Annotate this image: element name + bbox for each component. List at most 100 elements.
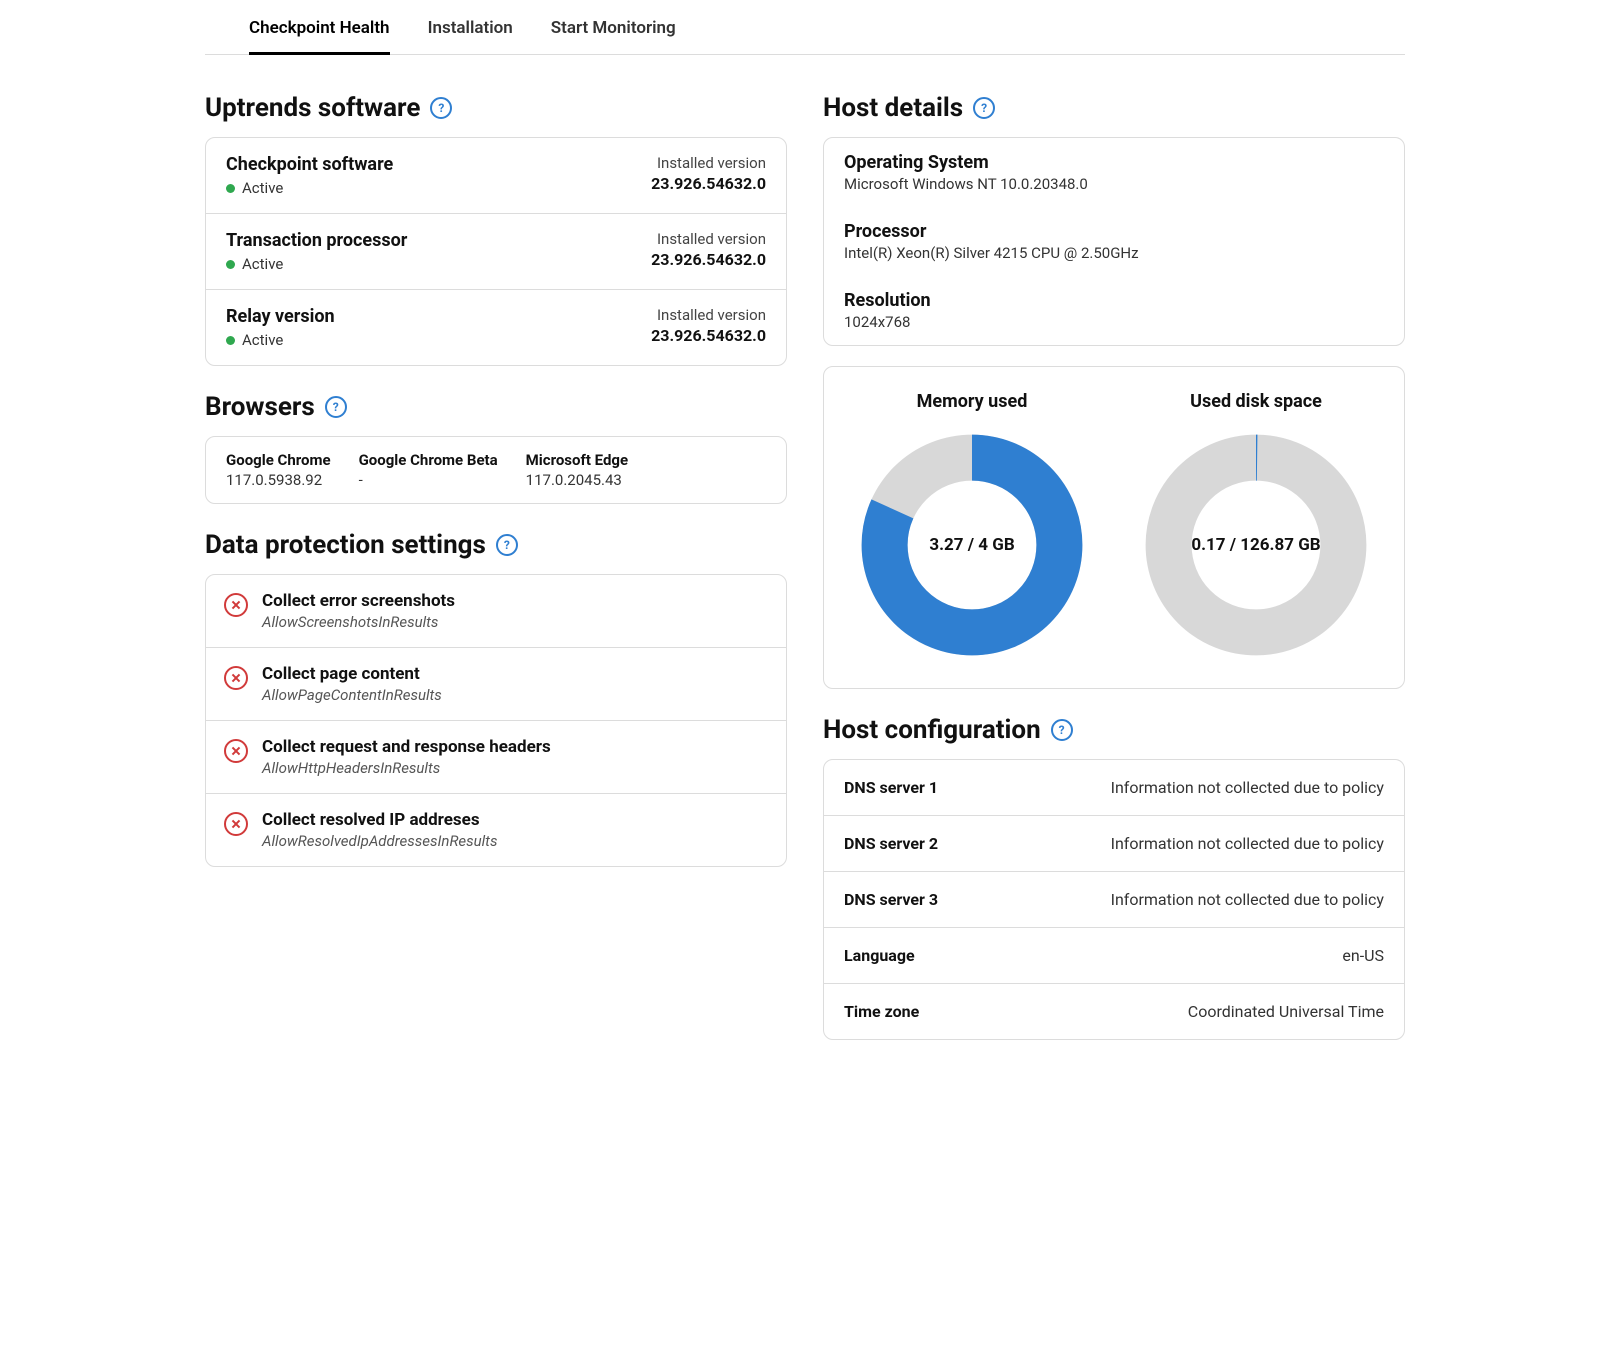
gauge-title: Memory used (917, 391, 1028, 412)
config-row: DNS server 2 Information not collected d… (824, 815, 1404, 871)
config-value: Information not collected due to policy (1111, 890, 1384, 909)
disabled-icon (224, 666, 248, 690)
help-icon[interactable]: ? (496, 534, 518, 556)
config-row: Language en-US (824, 927, 1404, 983)
browser-col: Google Chrome Beta - (359, 451, 498, 489)
browser-version: 117.0.5938.92 (226, 471, 331, 489)
gauges-card: Memory used 3.27 / 4 GB Used disk space (823, 366, 1405, 689)
dp-title: Collect error screenshots (262, 591, 455, 611)
software-row: Transaction processor Active Installed v… (206, 213, 786, 289)
help-icon[interactable]: ? (325, 396, 347, 418)
software-row: Checkpoint software Active Installed ver… (206, 138, 786, 213)
status-text: Active (242, 255, 283, 273)
host-detail-os: Operating System Microsoft Windows NT 10… (824, 138, 1404, 207)
browser-col: Microsoft Edge 117.0.2045.43 (526, 451, 628, 489)
tab-bar: Checkpoint Health Installation Start Mon… (205, 0, 1405, 55)
config-value: en-US (1342, 946, 1384, 965)
host-config-card: DNS server 1 Information not collected d… (823, 759, 1405, 1040)
software-row: Relay version Active Installed version 2… (206, 289, 786, 365)
disabled-icon (224, 812, 248, 836)
dp-row: Collect resolved IP addreses AllowResolv… (206, 793, 786, 866)
uptrends-card: Checkpoint software Active Installed ver… (205, 137, 787, 366)
gauge-title: Used disk space (1190, 391, 1322, 412)
host-detail-resolution: Resolution 1024x768 (824, 276, 1404, 345)
help-icon[interactable]: ? (973, 97, 995, 119)
disabled-icon (224, 739, 248, 763)
config-value: Coordinated Universal Time (1188, 1002, 1384, 1021)
version-value: 23.926.54632.0 (651, 326, 766, 345)
dp-row: Collect page content AllowPageContentInR… (206, 647, 786, 720)
dp-title: Collect resolved IP addreses (262, 810, 497, 830)
status-dot-icon (226, 336, 235, 345)
config-key: Time zone (844, 1002, 919, 1021)
dp-key: AllowPageContentInResults (262, 686, 442, 704)
label: Operating System (844, 152, 1384, 173)
software-name: Relay version (226, 306, 335, 327)
label: Resolution (844, 290, 1384, 311)
browser-version: 117.0.2045.43 (526, 471, 628, 489)
dp-title: Collect page content (262, 664, 442, 684)
heading-text: Browsers (205, 392, 315, 422)
section-title-host-details: Host details ? (823, 93, 1405, 123)
software-name: Transaction processor (226, 230, 407, 251)
section-title-browsers: Browsers ? (205, 392, 787, 422)
tab-checkpoint-health[interactable]: Checkpoint Health (249, 18, 390, 55)
heading-text: Host configuration (823, 715, 1041, 745)
config-value: Information not collected due to policy (1111, 778, 1384, 797)
config-key: Language (844, 946, 915, 965)
dp-title: Collect request and response headers (262, 737, 551, 757)
config-key: DNS server 2 (844, 834, 938, 853)
memory-gauge: Memory used 3.27 / 4 GB (840, 391, 1104, 660)
help-icon[interactable]: ? (430, 97, 452, 119)
right-column: Host details ? Operating System Microsof… (823, 77, 1405, 1040)
status-text: Active (242, 331, 283, 349)
dp-key: AllowScreenshotsInResults (262, 613, 455, 631)
help-icon[interactable]: ? (1051, 719, 1073, 741)
dp-row: Collect error screenshots AllowScreensho… (206, 575, 786, 647)
disk-gauge: Used disk space 0.17 / 126.87 GB (1124, 391, 1388, 660)
browser-name: Google Chrome (226, 451, 331, 469)
host-detail-cpu: Processor Intel(R) Xeon(R) Silver 4215 C… (824, 207, 1404, 276)
version-label: Installed version (651, 154, 766, 172)
config-row: Time zone Coordinated Universal Time (824, 983, 1404, 1039)
heading-text: Data protection settings (205, 530, 486, 560)
data-protection-card: Collect error screenshots AllowScreensho… (205, 574, 787, 867)
config-key: DNS server 1 (844, 778, 938, 797)
section-title-uptrends: Uptrends software ? (205, 93, 787, 123)
tab-start-monitoring[interactable]: Start Monitoring (551, 18, 676, 54)
value: Microsoft Windows NT 10.0.20348.0 (844, 175, 1384, 193)
config-value: Information not collected due to policy (1111, 834, 1384, 853)
heading-text: Host details (823, 93, 963, 123)
config-row: DNS server 3 Information not collected d… (824, 871, 1404, 927)
version-label: Installed version (651, 230, 766, 248)
left-column: Uptrends software ? Checkpoint software … (205, 77, 787, 1040)
dp-row: Collect request and response headers All… (206, 720, 786, 793)
gauge-center-label: 3.27 / 4 GB (857, 430, 1087, 660)
dp-key: AllowHttpHeadersInResults (262, 759, 551, 777)
status-dot-icon (226, 184, 235, 193)
status-text: Active (242, 179, 283, 197)
version-value: 23.926.54632.0 (651, 250, 766, 269)
config-row: DNS server 1 Information not collected d… (824, 760, 1404, 815)
version-label: Installed version (651, 306, 766, 324)
version-value: 23.926.54632.0 (651, 174, 766, 193)
host-details-card: Operating System Microsoft Windows NT 10… (823, 137, 1405, 346)
software-name: Checkpoint software (226, 154, 393, 175)
label: Processor (844, 221, 1384, 242)
gauge-center-label: 0.17 / 126.87 GB (1141, 430, 1371, 660)
heading-text: Uptrends software (205, 93, 420, 123)
disabled-icon (224, 593, 248, 617)
tab-installation[interactable]: Installation (428, 18, 513, 54)
browser-name: Google Chrome Beta (359, 451, 498, 469)
status-dot-icon (226, 260, 235, 269)
section-title-host-config: Host configuration ? (823, 715, 1405, 745)
value: 1024x768 (844, 313, 1384, 331)
value: Intel(R) Xeon(R) Silver 4215 CPU @ 2.50G… (844, 244, 1384, 262)
browser-name: Microsoft Edge (526, 451, 628, 469)
dp-key: AllowResolvedIpAddressesInResults (262, 832, 497, 850)
browser-col: Google Chrome 117.0.5938.92 (226, 451, 331, 489)
browsers-card: Google Chrome 117.0.5938.92 Google Chrom… (205, 436, 787, 504)
browser-version: - (359, 471, 498, 489)
config-key: DNS server 3 (844, 890, 938, 909)
section-title-data-protection: Data protection settings ? (205, 530, 787, 560)
